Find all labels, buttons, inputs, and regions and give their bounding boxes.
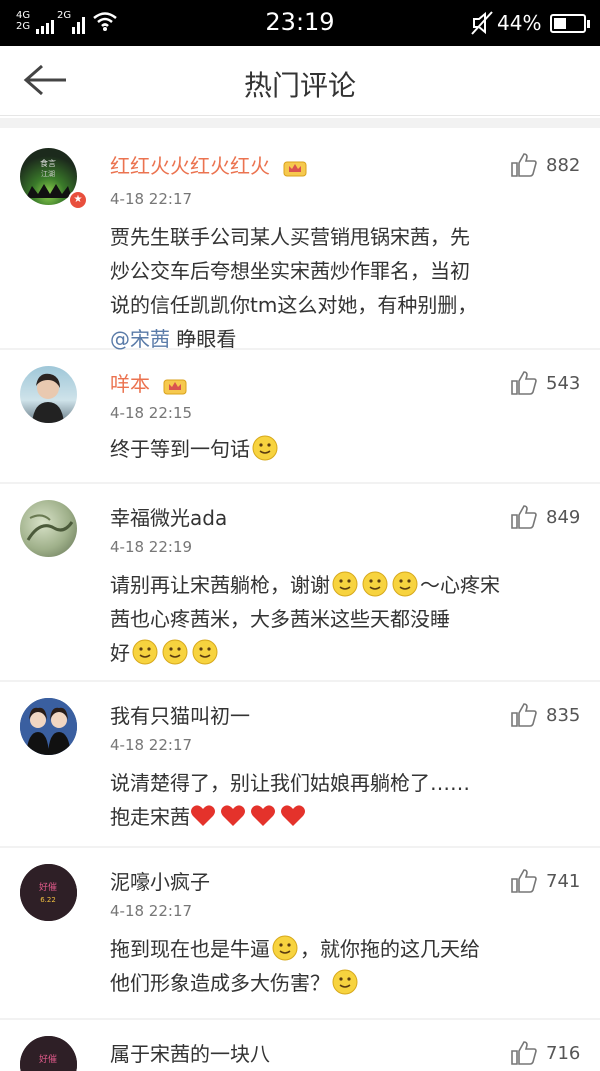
smile-emoji-icon [362,571,388,597]
thumbs-up-icon [511,703,537,727]
back-button[interactable] [20,60,70,100]
like-count: 882 [546,154,581,176]
svg-text:好催: 好催 [39,1053,57,1065]
heart-emoji-icon [191,805,215,826]
comment-time: 4-18 22:17 [110,902,193,920]
comment-text: 贾先生联手公司某人买营销甩锅宋茜，先 炒公交车后夸想坐实宋茜炒作罪名，当初 说的… [110,225,478,351]
like-count: 716 [546,1042,581,1064]
smile-emoji-icon [272,935,298,961]
mute-icon [471,11,493,35]
svg-text:6.22: 6.22 [40,896,56,904]
comment-list[interactable]: 食言 江湖 ★ 红红火火红火红火 4-18 22:17 882 贾先生联手公司某… [0,118,600,1071]
status-bar: 4G 2G 2G 23:19 44% [0,0,600,46]
like-button[interactable]: 882 [510,150,580,180]
smile-emoji-icon [392,571,418,597]
like-count: 741 [546,870,581,892]
thumbs-up-icon [511,869,537,893]
battery-icon [550,14,590,33]
svg-text:食言: 食言 [40,158,56,168]
battery-percent: 44% [497,11,542,35]
mention-link[interactable]: @宋茜 [110,327,170,351]
like-count: 543 [546,372,581,394]
comment-username[interactable]: 属于宋茜的一块八 [110,1038,270,1067]
avatar[interactable]: 好催 6.22 [20,864,77,921]
comment-time: 4-18 22:19 [110,538,193,556]
page-title: 热门评论 [243,69,356,102]
avatar[interactable] [20,366,77,423]
like-count: 835 [546,704,581,726]
avatar[interactable] [20,500,77,557]
thumbs-up-icon [511,153,537,177]
comment-item: 好催 属于宋茜的一块八 716 [0,1020,600,1071]
crown-icon [283,161,307,176]
avatar-image-icon [26,514,74,541]
thumbs-up-icon [511,1041,537,1065]
vip-badge-icon: ★ [68,190,88,210]
like-count: 849 [546,506,581,528]
heart-emoji-icon [221,805,245,826]
username-text[interactable]: 红红火火红火红火 [110,154,270,178]
like-button[interactable]: 835 [510,700,580,730]
comment-text: 说清楚得了，别让我们姑娘再躺枪了…… 抱走宋茜 [110,771,470,829]
comment-username[interactable]: 我有只猫叫初一 [110,700,250,729]
thumbs-up-icon [511,371,537,395]
crown-icon [163,379,187,394]
comment-item: 我有只猫叫初一 4-18 22:17 835 说清楚得了，别让我们姑娘再躺枪了…… [0,682,600,846]
svg-text:好催: 好催 [39,881,57,893]
smile-emoji-icon [252,435,278,461]
comment-item: 幸福微光ada 4-18 22:19 849 请别再让宋茜躺枪，谢谢 ～心疼宋 茜… [0,484,600,680]
comment-username[interactable]: 幸福微光ada [110,502,227,531]
comment-time: 4-18 22:17 [110,736,193,754]
smile-emoji-icon [162,639,188,665]
smile-emoji-icon [132,639,158,665]
header: 热门评论 [0,46,600,116]
comment-text: 请别再让宋茜躺枪，谢谢 ～心疼宋 茜也心疼茜米，大多茜米这些天都没睡 好 [110,571,500,665]
like-button[interactable]: 716 [510,1038,580,1068]
username-text[interactable]: 咩本 [110,372,150,396]
heart-emoji-icon [281,805,305,826]
comment-item: 咩本 4-18 22:15 543 终于等到一句话 [0,350,600,482]
avatar-image-icon [20,698,77,755]
avatar-image-icon: 好催 6.22 [20,864,77,921]
like-button[interactable]: 849 [510,502,580,532]
smile-emoji-icon [192,639,218,665]
like-button[interactable]: 741 [510,866,580,896]
like-button[interactable]: 543 [510,368,580,398]
comment-text: 拖到现在也是牛逼 ，就你拖的这几天给 他们形象造成多大伤害？ [110,935,480,995]
comment-username[interactable]: 泥嚎小疯子 [110,866,210,895]
heart-emoji-icon [251,805,275,826]
avatar[interactable] [20,698,77,755]
smile-emoji-icon [332,571,358,597]
comment-time: 4-18 22:17 [110,190,193,208]
smile-emoji-icon [332,969,358,995]
comment-item: 好催 6.22 泥嚎小疯子 4-18 22:17 741 拖到现在也是牛逼 ，就你… [0,848,600,1018]
svg-text:江湖: 江湖 [41,169,55,178]
avatar-image-icon: 好催 [20,1036,77,1071]
back-arrow-icon [23,64,66,96]
comment-time: 4-18 22:15 [110,404,193,422]
comment-text: 终于等到一句话 [110,432,580,466]
thumbs-up-icon [511,505,537,529]
comment-item: 食言 江湖 ★ 红红火火红火红火 4-18 22:17 882 贾先生联手公司某… [0,128,600,351]
avatar[interactable]: 好催 [20,1036,77,1071]
comment-username[interactable]: 红红火火红火红火 [110,150,308,179]
comment-username[interactable]: 咩本 [110,368,188,397]
avatar-image-icon [32,373,64,423]
